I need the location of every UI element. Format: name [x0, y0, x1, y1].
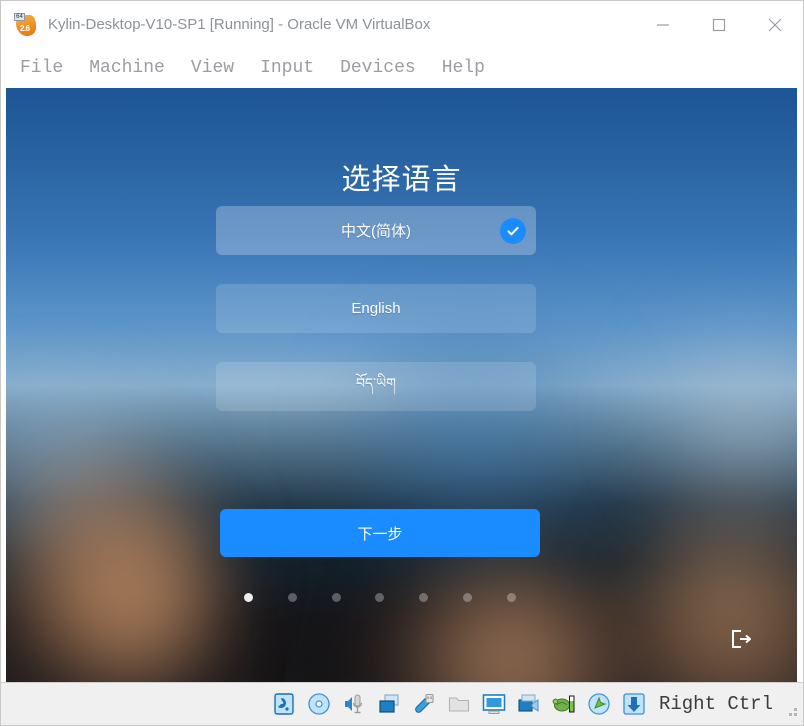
app-icon-arch-badge: 64: [14, 12, 25, 21]
app-icon-version: 2.6: [20, 23, 30, 33]
minimize-button[interactable]: [635, 1, 691, 48]
virtualbox-app-icon: 2.6 64: [14, 12, 38, 37]
optical-disk-icon[interactable]: [304, 690, 334, 718]
statusbar: Right Ctrl: [1, 682, 803, 725]
menubar: File Machine View Input Devices Help: [1, 48, 803, 88]
language-list: 中文(简体) English བོད་ཡིག: [216, 206, 536, 440]
language-option-english[interactable]: English: [216, 284, 536, 333]
menu-item-machine[interactable]: Machine: [76, 58, 178, 78]
close-button[interactable]: [747, 1, 803, 48]
shared-folders-icon[interactable]: [444, 690, 474, 718]
guest-screen[interactable]: 选择语言 中文(简体) English བོད་ཡིག 下一步: [6, 88, 797, 683]
check-circle-icon: [500, 217, 526, 244]
language-option-tibetan[interactable]: བོད་ཡིག: [216, 362, 536, 411]
hard-disk-icon[interactable]: [269, 690, 299, 718]
pagination-dot[interactable]: [375, 593, 385, 602]
usb-icon[interactable]: [409, 690, 439, 718]
display-icon[interactable]: [479, 690, 509, 718]
pagination-dot[interactable]: [419, 593, 429, 602]
menu-item-devices[interactable]: Devices: [327, 58, 429, 78]
next-button[interactable]: 下一步: [220, 509, 540, 557]
window-title: Kylin-Desktop-V10-SP1 [Running] - Oracle…: [48, 16, 431, 33]
guest-screen-container: 选择语言 中文(简体) English བོད་ཡིག 下一步: [1, 88, 803, 683]
menu-item-view[interactable]: View: [178, 58, 247, 78]
window-controls: [635, 1, 803, 48]
pagination-dot[interactable]: [287, 593, 297, 602]
pagination-dot[interactable]: [506, 593, 516, 602]
pagination-dot[interactable]: [331, 593, 341, 602]
network-icon[interactable]: [374, 690, 404, 718]
host-key-label: Right Ctrl: [658, 693, 773, 715]
pagination-dot[interactable]: [463, 593, 473, 602]
language-option-label: 中文(简体): [341, 223, 411, 240]
video-capture-icon[interactable]: [514, 690, 544, 718]
menu-item-help[interactable]: Help: [429, 58, 498, 78]
virtualbox-window: 2.6 64 Kylin-Desktop-V10-SP1 [Running] -…: [0, 0, 804, 726]
titlebar: 2.6 64 Kylin-Desktop-V10-SP1 [Running] -…: [1, 1, 803, 48]
menu-item-file[interactable]: File: [14, 58, 76, 78]
resize-grip[interactable]: [785, 704, 797, 716]
statusbar-icons: [269, 690, 649, 718]
exit-icon[interactable]: [728, 627, 752, 651]
language-option-label: English: [351, 300, 401, 317]
menu-item-input[interactable]: Input: [247, 58, 327, 78]
pagination-dots: [220, 593, 540, 602]
mouse-integration-icon[interactable]: [584, 690, 614, 718]
maximize-button[interactable]: [691, 1, 747, 48]
host-key-icon[interactable]: [619, 690, 649, 718]
audio-icon[interactable]: [339, 690, 369, 718]
language-selection-panel: 选择语言 中文(简体) English བོད་ཡིག 下一步: [6, 88, 797, 683]
execution-cap-icon[interactable]: [549, 690, 579, 718]
page-title: 选择语言: [341, 164, 462, 196]
language-option-label: བོད་ཡིག: [355, 374, 397, 391]
language-option-chinese-simplified[interactable]: 中文(简体): [216, 206, 536, 255]
pagination-dot[interactable]: [244, 593, 253, 602]
